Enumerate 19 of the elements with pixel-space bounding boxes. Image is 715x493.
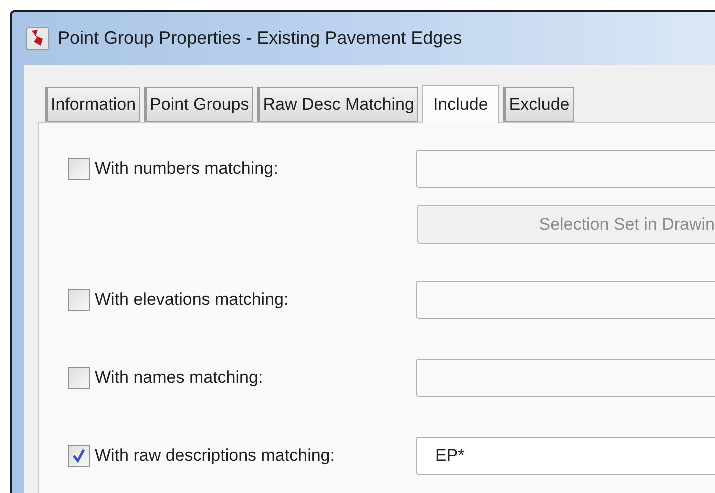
input-field[interactable] (416, 359, 715, 397)
input-field[interactable]: EP* (416, 437, 715, 475)
checkbox[interactable] (68, 367, 90, 389)
checkbox[interactable] (68, 445, 90, 467)
window-title: Point Group Properties - Existing Pavement Edges (58, 27, 462, 50)
tab[interactable]: Point Groups (144, 87, 254, 122)
checkbox-label: With numbers matching: (95, 158, 280, 180)
checkbox-label: With raw descriptions matching: (95, 445, 336, 468)
tab[interactable]: Include (422, 85, 500, 123)
checkbox-label: With names matching: (95, 367, 264, 390)
input-field[interactable] (416, 150, 715, 188)
tab[interactable]: Information (45, 87, 140, 122)
checkbox[interactable] (68, 289, 90, 311)
checkbox[interactable] (68, 158, 90, 180)
input-field[interactable] (416, 281, 715, 319)
app-icon (26, 26, 50, 50)
tab[interactable]: Exclude (503, 87, 574, 122)
checkbox-label: With elevations matching: (95, 289, 290, 312)
tab[interactable]: Raw Desc Matching (257, 87, 418, 122)
